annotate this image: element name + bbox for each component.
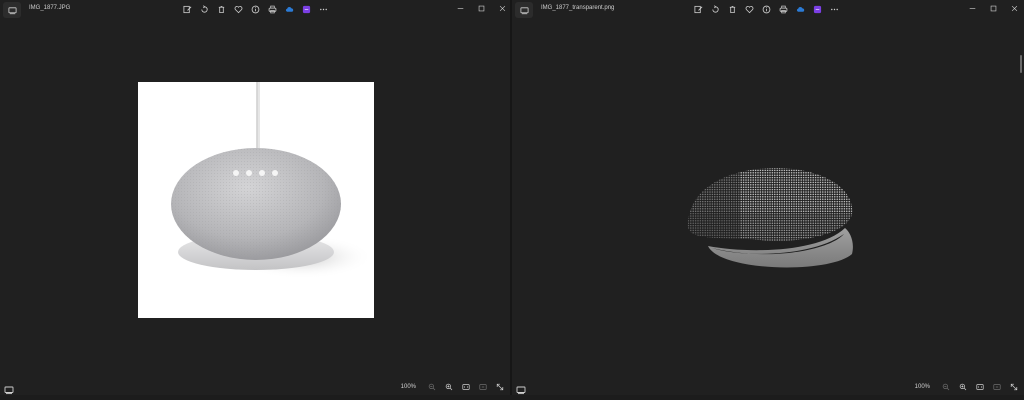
info-icon[interactable] xyxy=(758,3,775,16)
clipchamp-icon[interactable] xyxy=(298,3,315,16)
photos-window-original: IMG_1877.JPG 100% xyxy=(0,0,510,395)
fit-to-window-icon[interactable] xyxy=(973,381,987,393)
zoom-out-icon[interactable] xyxy=(939,381,953,393)
window-controls xyxy=(450,2,513,14)
window-controls xyxy=(962,2,1024,14)
image-canvas[interactable] xyxy=(0,20,510,379)
zoom-level[interactable]: 100% xyxy=(915,384,930,390)
filmstrip-icon[interactable] xyxy=(516,382,526,392)
info-icon[interactable] xyxy=(247,3,264,16)
onedrive-icon[interactable] xyxy=(792,3,809,16)
speaker-cutout-image xyxy=(680,162,860,287)
more-icon[interactable] xyxy=(315,3,332,16)
minimize-icon[interactable] xyxy=(962,2,983,14)
maximize-icon[interactable] xyxy=(471,2,492,14)
more-icon[interactable] xyxy=(826,3,843,16)
zoom-controls: 100% xyxy=(401,381,507,393)
vertical-scrollbar[interactable] xyxy=(1020,55,1022,73)
delete-icon[interactable] xyxy=(213,3,230,16)
file-name: IMG_1877.JPG xyxy=(29,5,71,11)
status-bar: 100% xyxy=(512,379,1024,395)
fullscreen-icon[interactable] xyxy=(493,381,507,393)
title-bar: IMG_1877_transparent.png xyxy=(512,0,1024,20)
image-toolbar xyxy=(690,3,843,16)
rotate-icon[interactable] xyxy=(707,3,724,16)
rotate-icon[interactable] xyxy=(196,3,213,16)
zoom-in-icon[interactable] xyxy=(442,381,456,393)
favorite-icon[interactable] xyxy=(230,3,247,16)
fullscreen-icon[interactable] xyxy=(1007,381,1021,393)
print-icon[interactable] xyxy=(264,3,281,16)
photos-app-icon[interactable] xyxy=(3,2,21,18)
image-canvas[interactable] xyxy=(512,20,1024,379)
actual-size-icon[interactable] xyxy=(990,381,1004,393)
onedrive-icon[interactable] xyxy=(281,3,298,16)
maximize-icon[interactable] xyxy=(983,2,1004,14)
delete-icon[interactable] xyxy=(724,3,741,16)
zoom-in-icon[interactable] xyxy=(956,381,970,393)
favorite-icon[interactable] xyxy=(741,3,758,16)
zoom-controls: 100% xyxy=(915,381,1021,393)
fit-to-window-icon[interactable] xyxy=(459,381,473,393)
title-bar: IMG_1877.JPG xyxy=(0,0,510,20)
zoom-out-icon[interactable] xyxy=(425,381,439,393)
actual-size-icon[interactable] xyxy=(476,381,490,393)
status-bar: 100% xyxy=(0,379,510,395)
edit-icon[interactable] xyxy=(179,3,196,16)
photos-window-transparent: IMG_1877_transparent.png 100% xyxy=(512,0,1024,395)
filmstrip-icon[interactable] xyxy=(4,382,14,392)
zoom-level[interactable]: 100% xyxy=(401,384,416,390)
print-icon[interactable] xyxy=(775,3,792,16)
file-name: IMG_1877_transparent.png xyxy=(541,5,615,11)
minimize-icon[interactable] xyxy=(450,2,471,14)
clipchamp-icon[interactable] xyxy=(809,3,826,16)
photos-app-icon[interactable] xyxy=(515,2,533,18)
image-toolbar xyxy=(179,3,332,16)
speaker-photo xyxy=(138,82,374,318)
close-icon[interactable] xyxy=(1004,2,1024,14)
edit-icon[interactable] xyxy=(690,3,707,16)
